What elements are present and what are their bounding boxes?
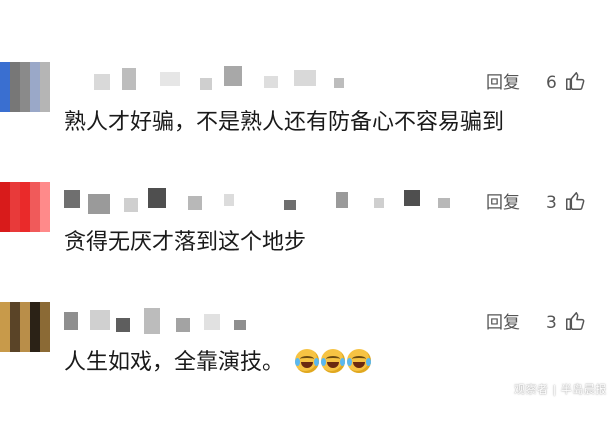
username-pixel bbox=[122, 68, 136, 90]
avatar[interactable] bbox=[0, 302, 50, 352]
tear bbox=[314, 358, 320, 366]
username-pixel bbox=[116, 318, 130, 332]
avatar[interactable] bbox=[0, 62, 50, 112]
username-pixel bbox=[374, 198, 384, 208]
reply-button[interactable]: 回复 bbox=[486, 72, 520, 94]
tear bbox=[340, 358, 346, 366]
thumbs-up-icon[interactable] bbox=[564, 70, 586, 92]
tear bbox=[347, 358, 353, 366]
username-pixel bbox=[160, 72, 180, 86]
username-mosaic[interactable] bbox=[64, 180, 464, 220]
reply-button[interactable]: 回复 bbox=[486, 192, 520, 214]
emoji-row bbox=[295, 349, 373, 382]
username-pixel bbox=[90, 310, 110, 330]
username-pixel bbox=[334, 78, 344, 88]
watermark: 观察者 | 半岛晨报 bbox=[514, 383, 607, 396]
username-pixel bbox=[224, 66, 242, 86]
username-pixel bbox=[94, 74, 110, 90]
username-pixel bbox=[200, 78, 212, 90]
username-pixel bbox=[336, 192, 348, 208]
username-pixel bbox=[88, 194, 110, 214]
username-pixel bbox=[176, 318, 190, 332]
username-pixel bbox=[64, 312, 78, 330]
comment-text: 人生如戏，全靠演技。 bbox=[64, 350, 285, 375]
tear bbox=[321, 358, 327, 366]
username-mosaic[interactable] bbox=[64, 300, 464, 340]
laugh-cry-emoji-icon bbox=[347, 349, 372, 373]
username-pixel bbox=[294, 70, 316, 86]
reply-button[interactable]: 回复 bbox=[486, 312, 520, 334]
username-pixel bbox=[148, 188, 166, 208]
avatar-pixel bbox=[40, 102, 50, 112]
avatar-pixel bbox=[40, 342, 50, 352]
comment-item: 回复 6 熟人才好骗，不是熟人还有防备心不容易骗到 bbox=[0, 52, 614, 172]
username-pixel bbox=[64, 190, 80, 208]
comment-text-row: 人生如戏，全靠演技。 bbox=[64, 348, 373, 382]
username-pixel bbox=[124, 198, 138, 212]
username-mosaic[interactable] bbox=[64, 60, 464, 100]
laugh-cry-emoji-icon bbox=[295, 349, 320, 373]
username-pixel bbox=[404, 190, 420, 206]
laugh-cry-emoji-icon bbox=[321, 349, 346, 373]
tear bbox=[295, 358, 301, 366]
username-pixel bbox=[284, 200, 296, 210]
tear bbox=[366, 358, 372, 366]
comment-item: 回复 3 贪得无厌才落到这个地步 bbox=[0, 172, 614, 292]
username-pixel bbox=[188, 196, 202, 210]
avatar[interactable] bbox=[0, 182, 50, 232]
like-count: 3 bbox=[546, 313, 557, 333]
avatar-pixel bbox=[40, 222, 50, 232]
like-count: 3 bbox=[546, 193, 557, 213]
thumbs-up-icon[interactable] bbox=[564, 310, 586, 332]
like-count: 6 bbox=[546, 73, 557, 93]
comment-text: 熟人才好骗，不是熟人还有防备心不容易骗到 bbox=[64, 110, 505, 135]
username-pixel bbox=[438, 198, 450, 208]
username-pixel bbox=[224, 194, 234, 206]
thumbs-up-icon[interactable] bbox=[564, 190, 586, 212]
username-pixel bbox=[144, 308, 160, 334]
username-pixel bbox=[204, 314, 220, 330]
username-pixel bbox=[264, 76, 278, 88]
comment-text: 贪得无厌才落到这个地步 bbox=[64, 230, 307, 255]
username-pixel bbox=[234, 320, 246, 330]
